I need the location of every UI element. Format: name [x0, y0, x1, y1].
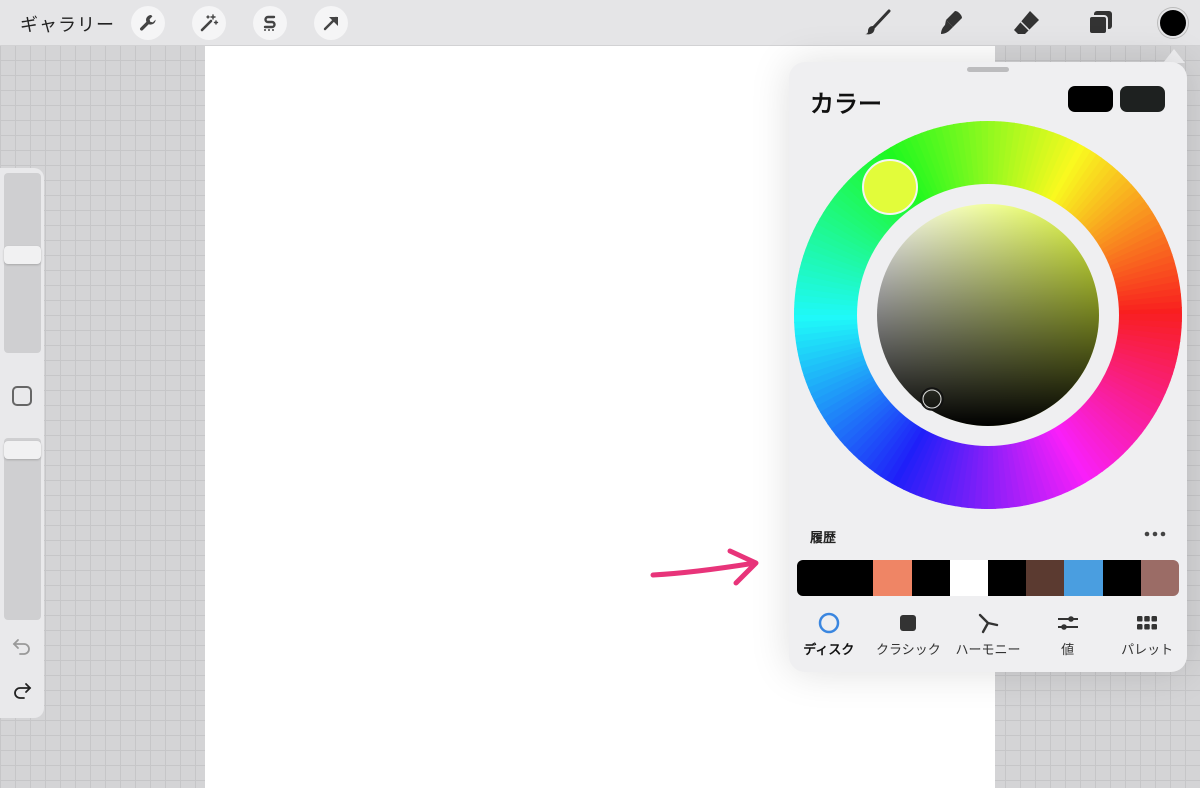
selection-s-icon[interactable]: [253, 6, 287, 40]
opacity-thumb[interactable]: [4, 441, 41, 459]
history-swatch[interactable]: [911, 560, 950, 596]
top-toolbar: ギャラリー: [0, 0, 1200, 46]
value-sliders-icon: [1056, 610, 1080, 636]
tab-label: ハーモニー: [955, 643, 1021, 658]
history-swatch[interactable]: [949, 560, 989, 596]
history-swatches: [797, 560, 1179, 596]
undo-icon[interactable]: [10, 634, 34, 658]
tab-palette[interactable]: パレット: [1107, 610, 1187, 660]
tab-label: 値: [1061, 643, 1075, 658]
tab-classic[interactable]: クラシック: [869, 610, 949, 660]
classic-square-icon: [898, 610, 918, 636]
brush-size-thumb[interactable]: [4, 245, 41, 264]
more-dots-icon[interactable]: [1141, 524, 1169, 544]
left-sidebar: [0, 168, 44, 718]
history-label: 履歴: [810, 531, 837, 546]
redo-icon[interactable]: [10, 678, 34, 702]
color-panel: カラー 履歴 ディスク クラシック ハーモニー 値 パレット: [789, 62, 1187, 672]
wrench-icon[interactable]: [131, 6, 165, 40]
brush-icon[interactable]: [860, 5, 896, 41]
color-mode-tabs: ディスク クラシック ハーモニー 値 パレット: [789, 610, 1187, 660]
saturation-disc[interactable]: [877, 204, 1099, 426]
panel-caret: [1163, 49, 1185, 63]
history-swatch[interactable]: [1026, 560, 1065, 596]
modify-button[interactable]: [12, 386, 32, 406]
disc-icon: [818, 610, 840, 636]
hue-selector[interactable]: [862, 159, 918, 215]
smudge-icon[interactable]: [934, 5, 970, 41]
history-swatch[interactable]: [1102, 560, 1141, 596]
history-swatch[interactable]: [1140, 560, 1179, 596]
history-swatch[interactable]: [1064, 560, 1103, 596]
tab-label: ディスク: [803, 643, 855, 658]
gallery-button[interactable]: ギャラリー: [20, 11, 115, 37]
history-swatch[interactable]: [873, 560, 912, 596]
history-swatch[interactable]: [835, 560, 874, 596]
annotation-arrow: [650, 548, 759, 586]
tab-harmony[interactable]: ハーモニー: [948, 610, 1028, 660]
tab-value[interactable]: 値: [1028, 610, 1108, 660]
transform-arrow-icon[interactable]: [314, 6, 348, 40]
magic-wand-icon[interactable]: [192, 6, 226, 40]
color-wheel[interactable]: [789, 62, 1187, 512]
tab-label: パレット: [1121, 643, 1174, 658]
history-swatch[interactable]: [988, 560, 1027, 596]
tab-label: クラシック: [876, 643, 941, 658]
harmony-icon: [977, 610, 999, 636]
current-color-button[interactable]: [1158, 8, 1188, 38]
eraser-icon[interactable]: [1008, 5, 1044, 41]
palette-grid-icon: [1136, 610, 1158, 636]
opacity-slider[interactable]: [4, 438, 41, 620]
tab-disc[interactable]: ディスク: [789, 610, 869, 660]
layers-icon[interactable]: [1082, 5, 1118, 41]
history-swatch[interactable]: [797, 560, 836, 596]
